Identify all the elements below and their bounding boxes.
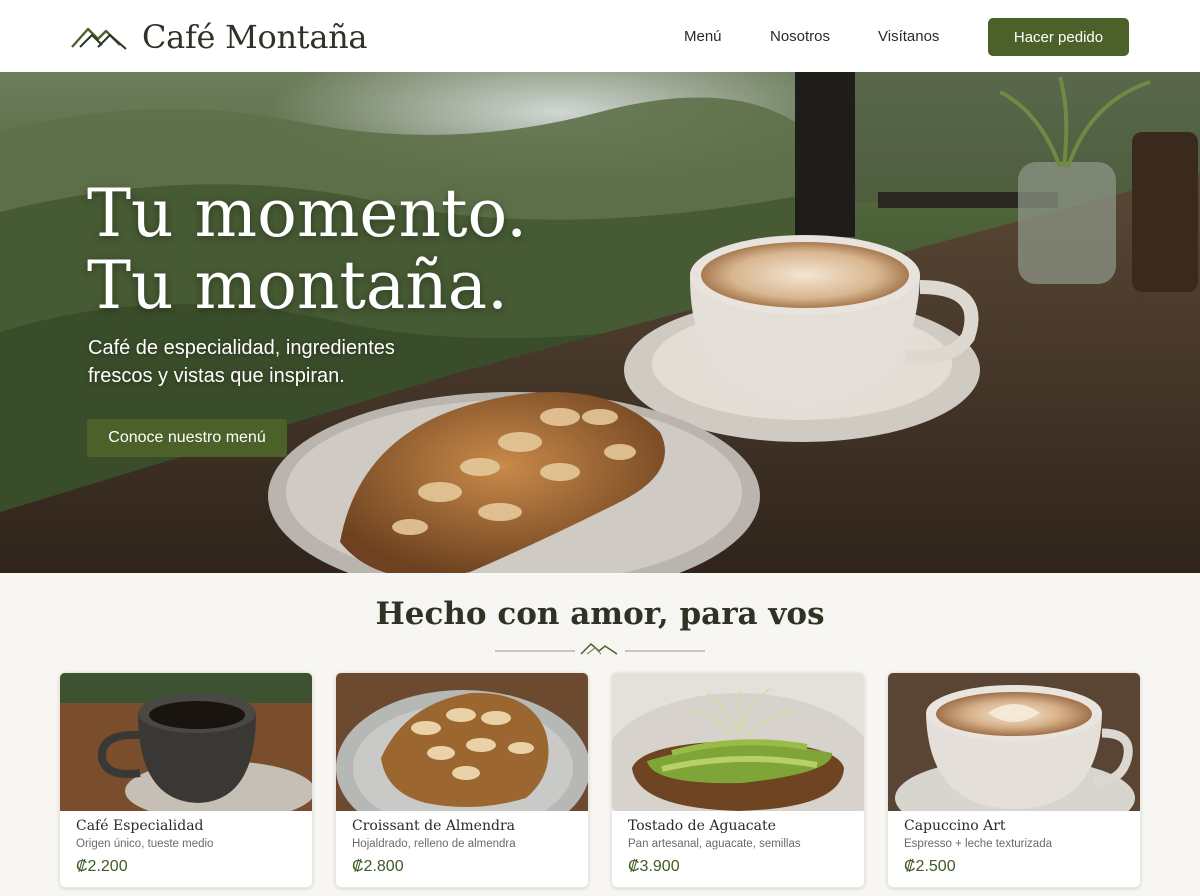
section-title: Hecho con amor, para vos [375,596,825,632]
product-name: Capuccino Art [904,818,1006,834]
product-description: Hojaldrado, relleno de almendra [352,838,516,850]
nav-link-nosotros[interactable]: Nosotros [770,28,830,45]
nav-link-menu[interactable]: Menú [684,28,722,45]
hero-title-line-1: Tu momento. [87,175,528,252]
hero-subtitle: Café de especialidad, ingredientes fresc… [88,337,395,387]
product-name: Croissant de Almendra [352,818,515,834]
nav-link-visitanos[interactable]: Visítanos [878,28,939,45]
product-name: Tostado de Aguacate [628,818,776,834]
product-price: ₡3.900 [628,858,680,875]
croissant-icon [336,673,588,811]
mountain-divider-icon [495,642,705,655]
avocado-toast-icon [612,673,864,811]
hero-title: Tu momento. Tu montaña. [87,178,527,322]
product-grid: Café Especialidad Origen único, tueste m… [59,672,1142,888]
order-button[interactable]: Hacer pedido [988,18,1129,56]
product-name: Café Especialidad [76,818,204,834]
product-card[interactable]: Tostado de Aguacate Pan artesanal, aguac… [611,672,865,888]
product-description: Espresso + leche texturizada [904,838,1052,850]
product-description: Pan artesanal, aguacate, semillas [628,838,801,850]
product-price: ₡2.500 [904,858,956,875]
logo[interactable]: Café Montaña [70,18,367,56]
latte-cup-icon [888,673,1140,811]
hero-title-line-2: Tu montaña. [87,247,509,324]
view-menu-button[interactable]: Conoce nuestro menú [87,419,287,457]
product-card[interactable]: Café Especialidad Origen único, tueste m… [59,672,313,888]
brand-name: Café Montaña [142,18,368,56]
product-price: ₡2.800 [352,858,404,875]
product-card[interactable]: Croissant de Almendra Hojaldrado, rellen… [335,672,589,888]
coffee-cup-icon [60,673,312,811]
product-card[interactable]: Capuccino Art Espresso + leche texturiza… [887,672,1141,888]
site-header: Café Montaña Menú Nosotros Visítanos Hac… [0,0,1200,72]
product-image [60,673,312,811]
product-image [888,673,1140,811]
hero-banner: Tu momento. Tu montaña. Café de especial… [0,72,1200,573]
product-image [612,673,864,811]
product-image [336,673,588,811]
product-price: ₡2.200 [76,858,128,875]
product-description: Origen único, tueste medio [76,838,214,850]
mountain-logo-icon [71,27,127,50]
